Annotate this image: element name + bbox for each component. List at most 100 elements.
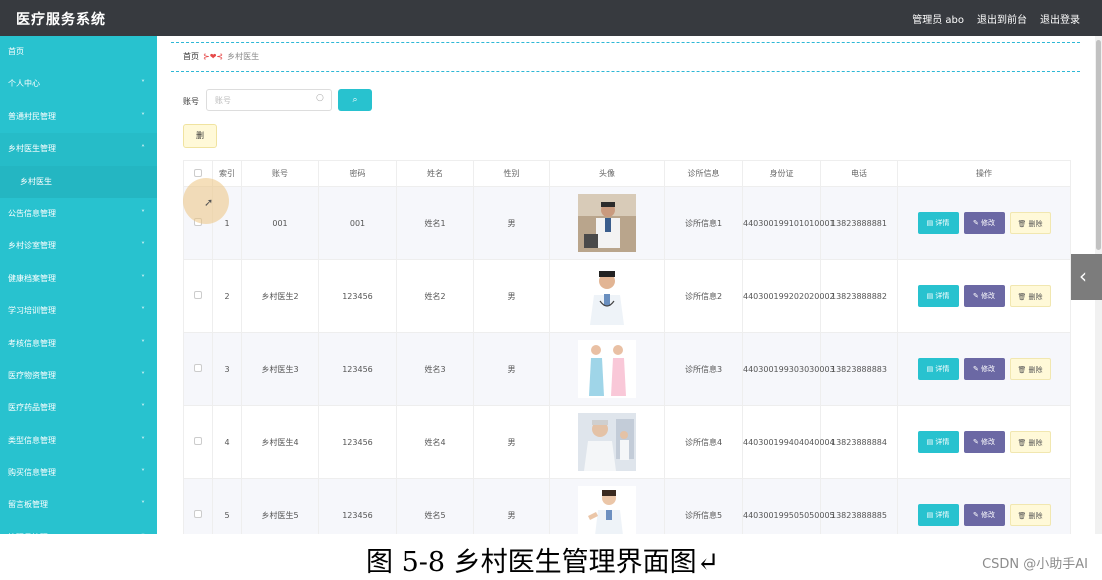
cell-gender: 男 [473, 405, 550, 479]
sidebar-item[interactable]: 公告信息管理 ˅ [0, 198, 157, 230]
column-header: 账号 [241, 160, 319, 187]
detail-button[interactable]: ▤ 详情 [917, 212, 959, 234]
chevron-down-icon: ˅ [141, 241, 145, 251]
sidebar-item[interactable]: 乡村诊室管理 ˅ [0, 230, 157, 262]
doctor-table: 索引 账号 密码 姓名 性别 头像 诊所信息 身份证 电话 操作 1 001 001 姓名1 男诊所信息1… [183, 160, 1071, 552]
row-checkbox[interactable] [194, 364, 202, 372]
header-actions: 管理员 abo 退出到前台 退出登录 [912, 11, 1080, 26]
scrollbar-thumb[interactable] [1096, 40, 1101, 250]
sidebar-item-label: 公告信息管理 [8, 208, 56, 218]
back-to-front-link[interactable]: 退出到前台 [977, 11, 1027, 26]
detail-button[interactable]: ▤ 详情 [917, 431, 959, 453]
sidebar-item[interactable]: 健康档案管理 ˅ [0, 263, 157, 295]
sidebar-item[interactable]: 医疗物资管理 ˅ [0, 360, 157, 392]
sidebar-item-label: 健康档案管理 [8, 273, 56, 283]
edit-button[interactable]: ✎ 修改 [963, 504, 1005, 526]
sidebar-item-label: 乡村医生 [20, 176, 52, 186]
column-header: 诊所信息 [664, 160, 743, 187]
cell-gender: 男 [473, 332, 550, 406]
cell-clinic: 诊所信息4 [664, 405, 743, 479]
sidebar-item[interactable]: 购买信息管理 ˅ [0, 457, 157, 489]
cell-index: 4 [212, 405, 242, 479]
breadcrumb-current: 乡村医生 [227, 52, 260, 61]
batch-delete-button[interactable]: 删 [183, 124, 217, 148]
delete-button[interactable]: 🗑 删除 [1009, 504, 1051, 526]
mouse-pointer-icon: ➚ [204, 196, 214, 209]
delete-button[interactable]: 🗑 删除 [1009, 212, 1051, 234]
screenshot-stage: 医疗服务系统 管理员 abo 退出到前台 退出登录 首页 个人中心 ˅ 普通村民管理 ˅… [0, 0, 1102, 580]
edit-button[interactable]: ✎ 修改 [963, 285, 1005, 307]
select-all-checkbox[interactable] [194, 168, 202, 177]
cell-password: 123456 [318, 259, 397, 333]
chevron-down-icon: ˅ [141, 208, 145, 218]
detail-button[interactable]: ▤ 详情 [917, 358, 959, 380]
caption-area: 图 5-8 乡村医生管理界面图↵ CSDN @小助手AI [0, 534, 1102, 580]
cell-gender: 男 [473, 259, 550, 333]
table-row: 2 乡村医生2 123456 姓名2 男 诊所信息2 440300199202020002 1… [183, 259, 1071, 333]
edit-button[interactable]: ✎ 修改 [963, 212, 1005, 234]
sidebar-item[interactable]: 首页 [0, 36, 157, 68]
cell-id-card: 440300199101010001 [742, 186, 835, 260]
sidebar-item-label: 留言板管理 [8, 500, 48, 510]
cell-password: 001 [318, 186, 397, 260]
app-title: 医疗服务系统 [16, 12, 106, 28]
chevron-down-icon: ˅ [141, 403, 145, 413]
row-checkbox[interactable] [194, 291, 202, 299]
chevron-down-icon: ˅ [141, 306, 145, 316]
breadcrumb-separator-icon: ⊱❤⊰ [203, 52, 224, 61]
chevron-up-icon: ˄ [141, 144, 145, 154]
delete-button[interactable]: 🗑 删除 [1009, 431, 1051, 453]
cell-name: 姓名2 [396, 259, 474, 333]
search-icon: ○ [316, 93, 324, 103]
chevron-down-icon: ˅ [141, 338, 145, 348]
breadcrumb-home[interactable]: 首页 [183, 52, 199, 61]
sidebar-item-label: 学习培训管理 [8, 306, 56, 316]
search-input[interactable] [206, 89, 332, 111]
sidebar-item[interactable]: 管理员管理˅ [0, 522, 157, 534]
detail-button[interactable]: ▤ 详情 [917, 285, 959, 307]
column-header: 身份证 [742, 160, 821, 187]
sidebar-item[interactable]: 留言板管理 ˅ [0, 489, 157, 521]
chevron-down-icon: ˅ [141, 522, 145, 534]
top-header: 医疗服务系统 管理员 abo 退出到前台 退出登录 [0, 0, 1102, 36]
logout-link[interactable]: 退出登录 [1040, 11, 1080, 26]
cell-id-card: 440300199202020002 [742, 259, 835, 333]
sidebar-item[interactable]: 乡村医生管理 ˄ [0, 133, 157, 166]
chevron-down-icon: ˅ [141, 370, 145, 380]
delete-button[interactable]: 🗑 删除 [1009, 358, 1051, 380]
sidebar-item-label: 类型信息管理 [8, 435, 56, 445]
delete-button[interactable]: 🗑 删除 [1009, 285, 1051, 307]
row-checkbox[interactable] [194, 437, 202, 445]
column-header: 姓名 [396, 160, 474, 187]
sidebar-item[interactable]: 类型信息管理 ˅ [0, 425, 157, 457]
cell-phone: 13823888882 [820, 259, 898, 333]
sidebar-item[interactable]: 学习培训管理 ˅ [0, 295, 157, 327]
row-select-cell[interactable] [183, 259, 213, 333]
row-actions: ▤ 详情 ✎ 修改 🗑 删除 [898, 358, 1070, 380]
detail-button[interactable]: ▤ 详情 [917, 504, 959, 526]
row-checkbox[interactable] [194, 510, 202, 518]
search-button[interactable]: ⌕ [338, 89, 372, 111]
cell-avatar [549, 332, 665, 406]
sidebar-item[interactable]: 乡村医生 [0, 165, 157, 198]
column-header: 电话 [820, 160, 898, 187]
sidebar-item-label: 普通村民管理 [8, 111, 56, 121]
sidebar-item[interactable]: 个人中心 ˅ [0, 68, 157, 100]
table-row: 1 001 001 姓名1 男诊所信息1 440300199101010001 138238… [183, 186, 1071, 260]
sidebar-item[interactable]: 考核信息管理 ˅ [0, 328, 157, 360]
row-select-cell[interactable] [183, 332, 213, 406]
cell-password: 123456 [318, 405, 397, 479]
cell-account: 乡村医生2 [241, 259, 319, 333]
user-label: 管理员 abo [912, 15, 964, 26]
edit-button[interactable]: ✎ 修改 [963, 431, 1005, 453]
sidebar-item[interactable]: 医疗药品管理 ˅ [0, 392, 157, 424]
row-actions: ▤ 详情 ✎ 修改 🗑 删除 [898, 431, 1070, 453]
row-actions: ▤ 详情 ✎ 修改 🗑 删除 [898, 504, 1070, 526]
cell-name: 姓名1 [396, 186, 474, 260]
sidebar-item-label: 乡村诊室管理 [8, 241, 56, 251]
table-header-row: 索引 账号 密码 姓名 性别 头像 诊所信息 身份证 电话 操作 [183, 160, 1071, 187]
row-select-cell[interactable] [183, 405, 213, 479]
sidebar-item[interactable]: 普通村民管理 ˅ [0, 101, 157, 133]
edit-button[interactable]: ✎ 修改 [963, 358, 1005, 380]
cell-name: 姓名3 [396, 332, 474, 406]
